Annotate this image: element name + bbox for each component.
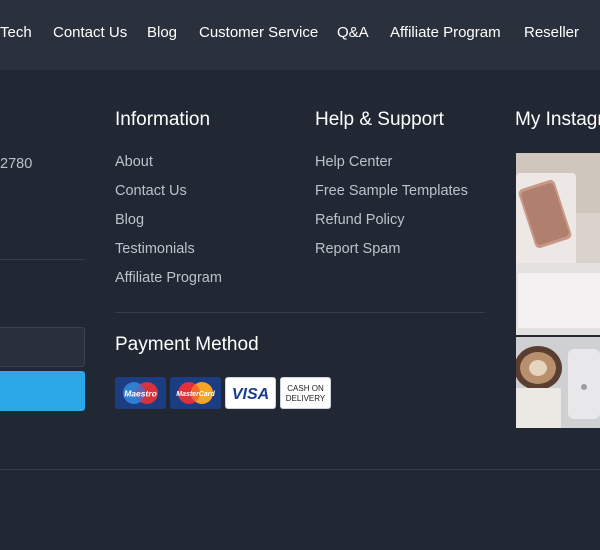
nav-link-qa[interactable]: Q&A — [337, 24, 369, 42]
nav-link-customer-service[interactable]: Customer Service — [199, 24, 318, 42]
help-link-free-sample-templates[interactable]: Free Sample Templates — [315, 182, 468, 200]
mastercard-card-icon: MasterCard — [170, 377, 221, 409]
info-link-testimonials[interactable]: Testimonials — [115, 240, 195, 258]
cash-on-delivery-icon: CASH ON DELIVERY — [280, 377, 331, 409]
help-link-help-center[interactable]: Help Center — [315, 153, 392, 171]
nav-link-contact-us[interactable]: Contact Us — [53, 24, 127, 42]
visa-card-label: VISA — [232, 386, 269, 403]
instagram-photo-grid — [516, 153, 600, 428]
info-link-contact-us[interactable]: Contact Us — [115, 182, 187, 200]
maestro-card-label: Maestro — [124, 389, 157, 399]
mastercard-card-label: MasterCard — [176, 391, 215, 398]
contact-divider — [0, 259, 85, 260]
instagram-photo-phone-desk[interactable] — [516, 153, 600, 335]
info-link-about[interactable]: About — [115, 153, 153, 171]
visa-card-icon: VISA — [225, 377, 276, 409]
newsletter-subscribe-button[interactable] — [0, 371, 85, 411]
nav-link-tech[interactable]: Tech — [0, 24, 32, 42]
nav-link-affiliate-program[interactable]: Affiliate Program — [390, 24, 501, 42]
help-link-report-spam[interactable]: Report Spam — [315, 240, 400, 258]
cod-card-label-line1: CASH ON — [287, 384, 324, 393]
top-navigation: Tech Contact Us Blog Customer Service Q&… — [0, 0, 600, 70]
help-link-refund-policy[interactable]: Refund Policy — [315, 211, 404, 229]
payment-divider — [115, 312, 485, 313]
instagram-photos — [516, 153, 600, 428]
payment-method-heading: Payment Method — [115, 334, 259, 355]
help-support-heading: Help & Support — [315, 109, 444, 130]
instagram-photo-coffee[interactable] — [516, 335, 600, 428]
contact-phone-number: 2780 — [0, 156, 33, 172]
info-link-blog[interactable]: Blog — [115, 211, 144, 229]
information-heading: Information — [115, 109, 211, 130]
instagram-heading: My Instagram — [515, 109, 600, 130]
nav-link-reseller[interactable]: Reseller — [524, 24, 579, 42]
info-link-affiliate-program[interactable]: Affiliate Program — [115, 269, 222, 287]
newsletter-email-input[interactable] — [0, 327, 85, 367]
maestro-card-icon: Maestro — [115, 377, 166, 409]
nav-link-blog[interactable]: Blog — [147, 24, 177, 42]
footer-bottom-divider — [0, 469, 600, 470]
cod-card-label-line2: DELIVERY — [286, 394, 326, 403]
